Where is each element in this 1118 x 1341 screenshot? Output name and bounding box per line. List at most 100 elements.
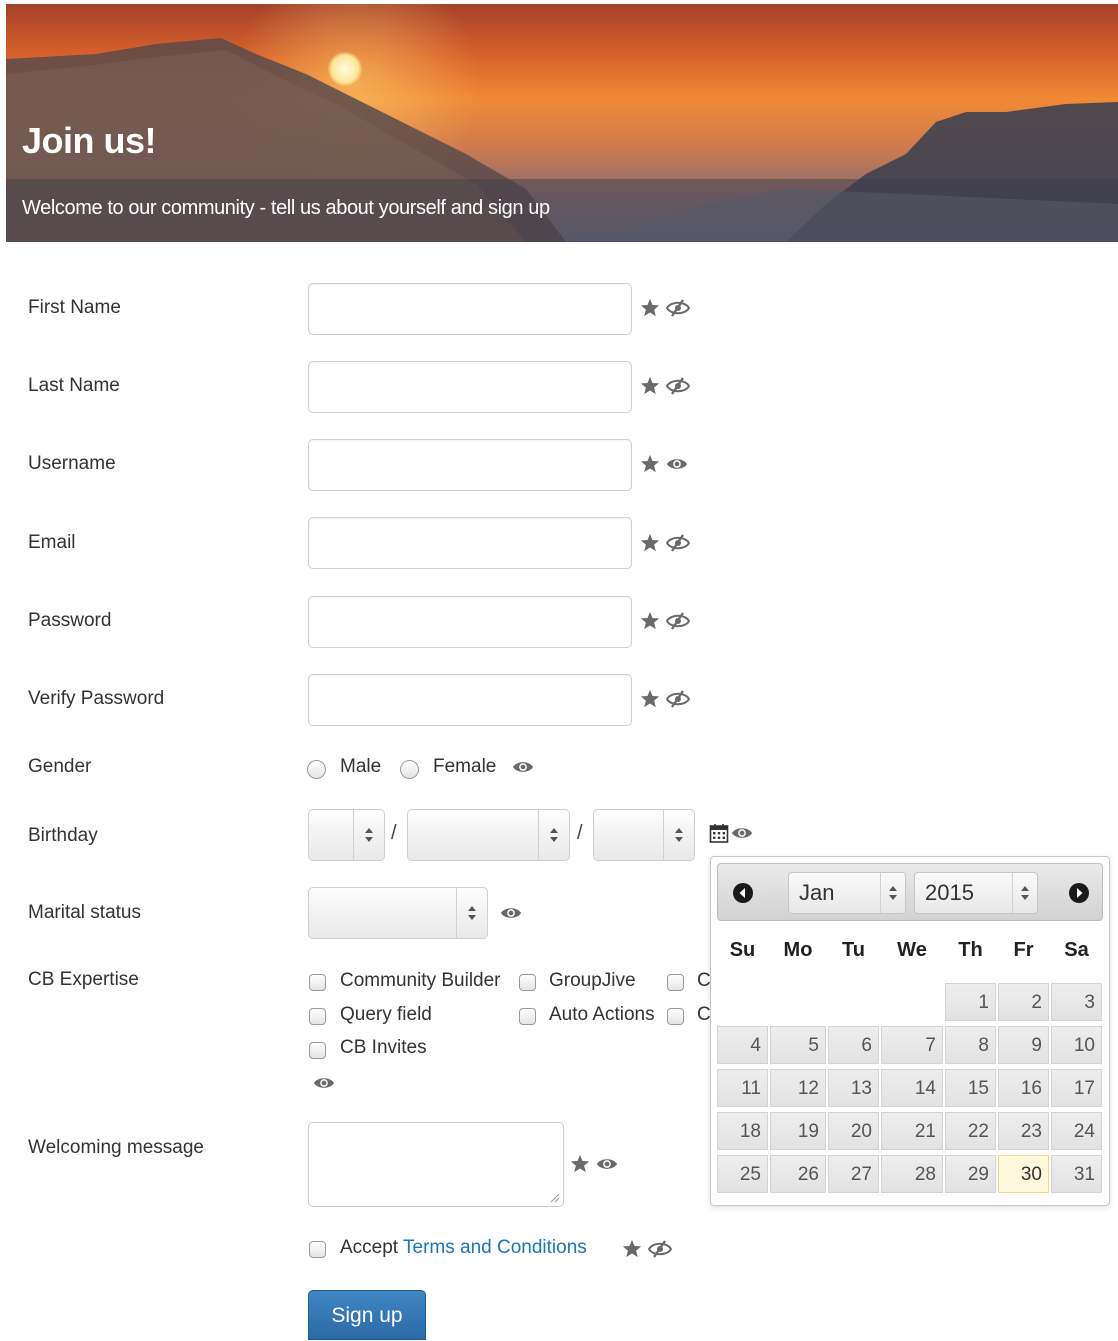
sign-up-button[interactable]: Sign up xyxy=(308,1290,426,1340)
cb-expertise-checkbox[interactable] xyxy=(519,974,536,991)
cb-expertise-checkbox[interactable] xyxy=(667,974,684,991)
calendar-day[interactable]: 2 xyxy=(998,983,1049,1021)
calendar-icon[interactable] xyxy=(709,823,729,843)
select-arrows-icon xyxy=(880,873,905,913)
birthday-month-select[interactable] xyxy=(407,809,570,861)
calendar-day[interactable]: 17 xyxy=(1051,1069,1102,1107)
birthday-day-select[interactable] xyxy=(308,809,385,861)
calendar-day[interactable]: 4 xyxy=(717,1026,768,1064)
gender-male-label[interactable]: Male xyxy=(340,756,381,778)
eye-icon xyxy=(731,825,753,841)
select-arrows-icon xyxy=(456,888,487,938)
cb-expertise-option[interactable]: Query field xyxy=(340,1004,432,1026)
select-arrows-icon xyxy=(663,810,694,860)
calendar-day[interactable]: 16 xyxy=(998,1069,1049,1107)
calendar-day[interactable]: 9 xyxy=(998,1026,1049,1064)
datepicker-popup: Jan 2015 Su Mo Tu We Th Fr Sa 1 2 3 4 5 6 7 8 9 10 11 12 1… xyxy=(710,856,1110,1206)
cb-expertise-option[interactable]: C xyxy=(697,970,711,992)
birthday-year-select[interactable] xyxy=(593,809,695,861)
username-label: Username xyxy=(28,453,116,474)
select-arrows-icon xyxy=(1012,873,1037,913)
first-name-label: First Name xyxy=(28,297,121,318)
calendar-day[interactable]: 19 xyxy=(770,1112,826,1150)
calendar-day[interactable]: 18 xyxy=(717,1112,768,1150)
password-field-icons xyxy=(640,611,690,630)
marital-status-field-icons xyxy=(500,905,522,921)
required-star-icon xyxy=(640,533,660,552)
first-name-field-icons xyxy=(640,298,690,317)
calendar-day[interactable]: 29 xyxy=(945,1155,996,1193)
cb-expertise-option[interactable]: Community Builder xyxy=(340,970,501,992)
cb-expertise-checkbox[interactable] xyxy=(667,1008,684,1025)
calendar-day[interactable]: 31 xyxy=(1051,1155,1102,1193)
cb-expertise-field-icons xyxy=(313,1075,335,1091)
calendar-day[interactable]: 23 xyxy=(998,1112,1049,1150)
calendar-day[interactable]: 1 xyxy=(945,983,996,1021)
previous-month-icon[interactable] xyxy=(732,882,754,904)
cb-expertise-option[interactable]: GroupJive xyxy=(549,970,636,992)
last-name-field-icons xyxy=(640,376,690,395)
eye-icon xyxy=(666,456,688,472)
eye-slash-icon xyxy=(666,533,690,552)
email-input[interactable] xyxy=(308,517,632,569)
calendar-day[interactable]: 11 xyxy=(717,1069,768,1107)
calendar-day[interactable]: 7 xyxy=(881,1026,943,1064)
username-input[interactable] xyxy=(308,439,632,491)
calendar-day[interactable]: 21 xyxy=(881,1112,943,1150)
next-month-icon[interactable] xyxy=(1068,882,1090,904)
accept-terms-checkbox[interactable] xyxy=(309,1241,326,1258)
calendar-day[interactable]: 6 xyxy=(828,1026,879,1064)
birthday-separator: / xyxy=(391,822,397,844)
gender-male-radio[interactable] xyxy=(307,760,326,779)
accept-terms-label: Accept Terms and Conditions xyxy=(340,1237,587,1259)
eye-slash-icon xyxy=(666,689,690,708)
verify-password-input[interactable] xyxy=(308,674,632,726)
email-label: Email xyxy=(28,532,76,553)
calendar-day[interactable]: 28 xyxy=(881,1155,943,1193)
gender-female-radio[interactable] xyxy=(400,760,419,779)
calendar-day[interactable]: 25 xyxy=(717,1155,768,1193)
terms-and-conditions-link[interactable]: Terms and Conditions xyxy=(403,1237,587,1258)
weekday-header: Sa xyxy=(1064,939,1089,961)
calendar-day[interactable]: 24 xyxy=(1051,1112,1102,1150)
cb-expertise-option[interactable]: C xyxy=(697,1004,711,1026)
calendar-day[interactable]: 5 xyxy=(770,1026,826,1064)
cb-expertise-checkbox[interactable] xyxy=(309,974,326,991)
welcoming-message-textarea[interactable] xyxy=(308,1122,564,1207)
calendar-day[interactable]: 22 xyxy=(945,1112,996,1150)
marital-status-select[interactable] xyxy=(308,887,488,939)
datepicker-year-value: 2015 xyxy=(925,880,974,905)
select-arrows-icon xyxy=(538,810,569,860)
calendar-day[interactable]: 10 xyxy=(1051,1026,1102,1064)
resize-grip-icon[interactable] xyxy=(550,1193,560,1203)
cb-expertise-option[interactable]: Auto Actions xyxy=(549,1004,655,1026)
calendar-day[interactable]: 3 xyxy=(1051,983,1102,1021)
calendar-day[interactable]: 13 xyxy=(828,1069,879,1107)
datepicker-month-select[interactable]: Jan xyxy=(788,872,906,914)
cb-expertise-checkbox[interactable] xyxy=(519,1008,536,1025)
weekday-header: We xyxy=(897,939,927,961)
cb-expertise-checkbox[interactable] xyxy=(309,1042,326,1059)
verify-password-label: Verify Password xyxy=(28,688,165,709)
gender-label: Gender xyxy=(28,756,92,777)
cb-expertise-option[interactable]: CB Invites xyxy=(340,1037,427,1059)
weekday-header: Mo xyxy=(783,939,813,961)
eye-slash-icon xyxy=(666,298,690,317)
datepicker-year-select[interactable]: 2015 xyxy=(914,872,1038,914)
last-name-input[interactable] xyxy=(308,361,632,413)
gender-female-label[interactable]: Female xyxy=(433,756,496,778)
password-input[interactable] xyxy=(308,596,632,648)
calendar-day[interactable]: 27 xyxy=(828,1155,879,1193)
first-name-input[interactable] xyxy=(308,283,632,335)
cb-expertise-checkbox[interactable] xyxy=(309,1008,326,1025)
calendar-day[interactable]: 8 xyxy=(945,1026,996,1064)
header-banner: Join us! Welcome to our community - tell… xyxy=(6,4,1118,242)
welcoming-message-field-icons xyxy=(570,1154,618,1173)
calendar-day-today[interactable]: 30 xyxy=(998,1155,1049,1193)
calendar-day[interactable]: 14 xyxy=(881,1069,943,1107)
calendar-day[interactable]: 15 xyxy=(945,1069,996,1107)
calendar-day[interactable]: 12 xyxy=(770,1069,826,1107)
calendar-day[interactable]: 20 xyxy=(828,1112,879,1150)
calendar-day[interactable]: 26 xyxy=(770,1155,826,1193)
required-star-icon xyxy=(640,454,660,473)
